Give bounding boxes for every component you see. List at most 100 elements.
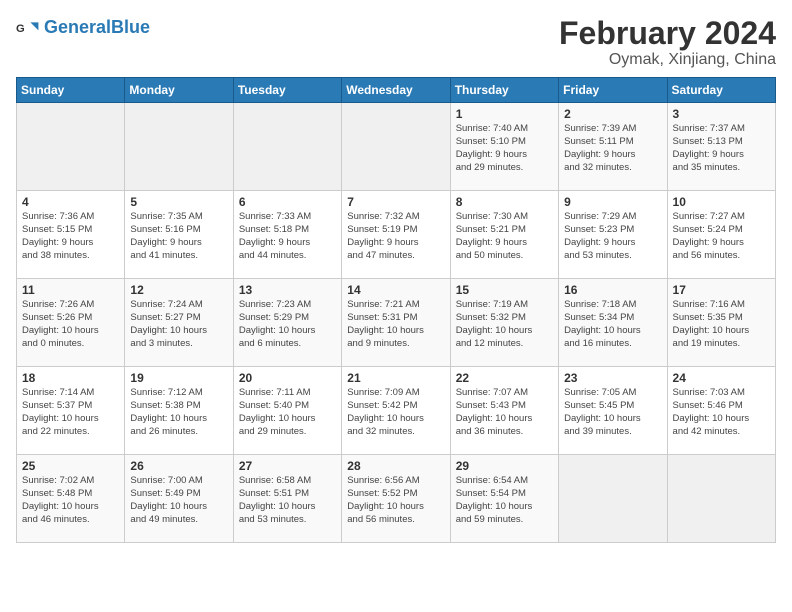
day-number: 14 — [347, 283, 444, 297]
page-header: G GeneralBlue February 2024 Oymak, Xinji… — [16, 16, 776, 69]
day-info: Sunrise: 6:56 AMSunset: 5:52 PMDaylight:… — [347, 475, 444, 526]
calendar-day-cell — [559, 455, 667, 543]
day-number: 2 — [564, 107, 661, 121]
calendar-week-4: 18 Sunrise: 7:14 AMSunset: 5:37 PMDayligh… — [17, 367, 776, 455]
day-info: Sunrise: 7:07 AMSunset: 5:43 PMDaylight:… — [456, 387, 553, 438]
day-number: 5 — [130, 195, 227, 209]
day-info: Sunrise: 7:26 AMSunset: 5:26 PMDaylight:… — [22, 299, 119, 350]
calendar-week-3: 11 Sunrise: 7:26 AMSunset: 5:26 PMDayligh… — [17, 279, 776, 367]
day-number: 21 — [347, 371, 444, 385]
calendar-day-cell: 7Sunrise: 7:32 AMSunset: 5:19 PMDaylight… — [342, 191, 450, 279]
day-info: Sunrise: 7:11 AMSunset: 5:40 PMDaylight:… — [239, 387, 336, 438]
calendar-day-cell: 10 Sunrise: 7:27 AMSunset: 5:24 PMDayligh… — [667, 191, 775, 279]
day-number: 19 — [130, 371, 227, 385]
day-info: Sunrise: 7:19 AMSunset: 5:32 PMDaylight:… — [456, 299, 553, 350]
calendar-day-cell: 29 Sunrise: 6:54 AMSunset: 5:54 PMDayligh… — [450, 455, 558, 543]
day-number: 12 — [130, 283, 227, 297]
calendar-table: SundayMondayTuesdayWednesdayThursdayFrid… — [16, 77, 776, 543]
day-info: Sunrise: 7:00 AMSunset: 5:49 PMDaylight:… — [130, 475, 227, 526]
header-cell-tuesday: Tuesday — [233, 78, 341, 103]
day-info: Sunrise: 7:23 AMSunset: 5:29 PMDaylight:… — [239, 299, 336, 350]
day-info: Sunrise: 7:36 AMSunset: 5:15 PMDaylight:… — [22, 211, 119, 262]
calendar-day-cell: 8 Sunrise: 7:30 AMSunset: 5:21 PMDaylight… — [450, 191, 558, 279]
day-info: Sunrise: 7:30 AMSunset: 5:21 PMDaylight:… — [456, 211, 553, 262]
day-number: 25 — [22, 459, 119, 473]
calendar-day-cell — [233, 103, 341, 191]
day-info: Sunrise: 7:21 AMSunset: 5:31 PMDaylight:… — [347, 299, 444, 350]
calendar-day-cell: 4Sunrise: 7:36 AMSunset: 5:15 PMDaylight… — [17, 191, 125, 279]
calendar-day-cell — [342, 103, 450, 191]
day-number: 3 — [673, 107, 770, 121]
day-number: 15 — [456, 283, 553, 297]
calendar-day-cell: 17Sunrise: 7:16 AMSunset: 5:35 PMDayligh… — [667, 279, 775, 367]
header-cell-monday: Monday — [125, 78, 233, 103]
day-info: Sunrise: 7:37 AMSunset: 5:13 PMDaylight:… — [673, 123, 770, 174]
calendar-day-cell: 24Sunrise: 7:03 AMSunset: 5:46 PMDayligh… — [667, 367, 775, 455]
day-info: Sunrise: 7:02 AMSunset: 5:48 PMDaylight:… — [22, 475, 119, 526]
calendar-day-cell: 26 Sunrise: 7:00 AMSunset: 5:49 PMDayligh… — [125, 455, 233, 543]
calendar-day-cell: 18 Sunrise: 7:14 AMSunset: 5:37 PMDayligh… — [17, 367, 125, 455]
header-cell-wednesday: Wednesday — [342, 78, 450, 103]
logo-general: General — [44, 17, 111, 37]
header-cell-sunday: Sunday — [17, 78, 125, 103]
calendar-day-cell: 16Sunrise: 7:18 AMSunset: 5:34 PMDayligh… — [559, 279, 667, 367]
day-info: Sunrise: 7:09 AMSunset: 5:42 PMDaylight:… — [347, 387, 444, 438]
day-number: 13 — [239, 283, 336, 297]
calendar-day-cell: 19 Sunrise: 7:12 AMSunset: 5:38 PMDayligh… — [125, 367, 233, 455]
day-info: Sunrise: 7:39 AMSunset: 5:11 PMDaylight:… — [564, 123, 661, 174]
logo-icon: G — [16, 16, 40, 40]
calendar-day-cell — [667, 455, 775, 543]
day-number: 9 — [564, 195, 661, 209]
header-cell-saturday: Saturday — [667, 78, 775, 103]
calendar-day-cell — [17, 103, 125, 191]
calendar-week-1: 1 Sunrise: 7:40 AMSunset: 5:10 PMDaylight… — [17, 103, 776, 191]
day-number: 16 — [564, 283, 661, 297]
day-info: Sunrise: 6:58 AMSunset: 5:51 PMDaylight:… — [239, 475, 336, 526]
logo-blue: Blue — [111, 17, 150, 37]
day-number: 20 — [239, 371, 336, 385]
calendar-day-cell: 9Sunrise: 7:29 AMSunset: 5:23 PMDaylight… — [559, 191, 667, 279]
calendar-day-cell: 15 Sunrise: 7:19 AMSunset: 5:32 PMDayligh… — [450, 279, 558, 367]
day-number: 10 — [673, 195, 770, 209]
title-block: February 2024 Oymak, Xinjiang, China — [559, 16, 776, 69]
day-number: 26 — [130, 459, 227, 473]
day-info: Sunrise: 7:14 AMSunset: 5:37 PMDaylight:… — [22, 387, 119, 438]
day-info: Sunrise: 7:33 AMSunset: 5:18 PMDaylight:… — [239, 211, 336, 262]
calendar-week-5: 25 Sunrise: 7:02 AMSunset: 5:48 PMDayligh… — [17, 455, 776, 543]
day-number: 27 — [239, 459, 336, 473]
calendar-day-cell: 2 Sunrise: 7:39 AMSunset: 5:11 PMDaylight… — [559, 103, 667, 191]
calendar-subtitle: Oymak, Xinjiang, China — [559, 51, 776, 69]
calendar-day-cell: 23Sunrise: 7:05 AMSunset: 5:45 PMDayligh… — [559, 367, 667, 455]
day-number: 17 — [673, 283, 770, 297]
calendar-day-cell: 1 Sunrise: 7:40 AMSunset: 5:10 PMDaylight… — [450, 103, 558, 191]
day-number: 11 — [22, 283, 119, 297]
day-info: Sunrise: 7:40 AMSunset: 5:10 PMDaylight:… — [456, 123, 553, 174]
calendar-day-cell: 6Sunrise: 7:33 AMSunset: 5:18 PMDaylight… — [233, 191, 341, 279]
day-number: 8 — [456, 195, 553, 209]
calendar-day-cell: 20 Sunrise: 7:11 AMSunset: 5:40 PMDayligh… — [233, 367, 341, 455]
day-number: 28 — [347, 459, 444, 473]
day-number: 23 — [564, 371, 661, 385]
calendar-day-cell: 25 Sunrise: 7:02 AMSunset: 5:48 PMDayligh… — [17, 455, 125, 543]
calendar-day-cell: 22Sunrise: 7:07 AMSunset: 5:43 PMDayligh… — [450, 367, 558, 455]
day-number: 29 — [456, 459, 553, 473]
day-info: Sunrise: 7:32 AMSunset: 5:19 PMDaylight:… — [347, 211, 444, 262]
calendar-week-2: 4Sunrise: 7:36 AMSunset: 5:15 PMDaylight… — [17, 191, 776, 279]
calendar-day-cell: 21 Sunrise: 7:09 AMSunset: 5:42 PMDayligh… — [342, 367, 450, 455]
day-number: 1 — [456, 107, 553, 121]
header-row: SundayMondayTuesdayWednesdayThursdayFrid… — [17, 78, 776, 103]
day-number: 18 — [22, 371, 119, 385]
calendar-day-cell: 11 Sunrise: 7:26 AMSunset: 5:26 PMDayligh… — [17, 279, 125, 367]
day-info: Sunrise: 7:24 AMSunset: 5:27 PMDaylight:… — [130, 299, 227, 350]
day-info: Sunrise: 7:35 AMSunset: 5:16 PMDaylight:… — [130, 211, 227, 262]
calendar-day-cell — [125, 103, 233, 191]
day-info: Sunrise: 6:54 AMSunset: 5:54 PMDaylight:… — [456, 475, 553, 526]
calendar-day-cell: 14 Sunrise: 7:21 AMSunset: 5:31 PMDayligh… — [342, 279, 450, 367]
svg-text:G: G — [16, 23, 25, 35]
day-info: Sunrise: 7:12 AMSunset: 5:38 PMDaylight:… — [130, 387, 227, 438]
calendar-day-cell: 3 Sunrise: 7:37 AMSunset: 5:13 PMDaylight… — [667, 103, 775, 191]
calendar-day-cell: 5 Sunrise: 7:35 AMSunset: 5:16 PMDaylight… — [125, 191, 233, 279]
calendar-day-cell: 27 Sunrise: 6:58 AMSunset: 5:51 PMDayligh… — [233, 455, 341, 543]
header-cell-thursday: Thursday — [450, 78, 558, 103]
day-info: Sunrise: 7:27 AMSunset: 5:24 PMDaylight:… — [673, 211, 770, 262]
